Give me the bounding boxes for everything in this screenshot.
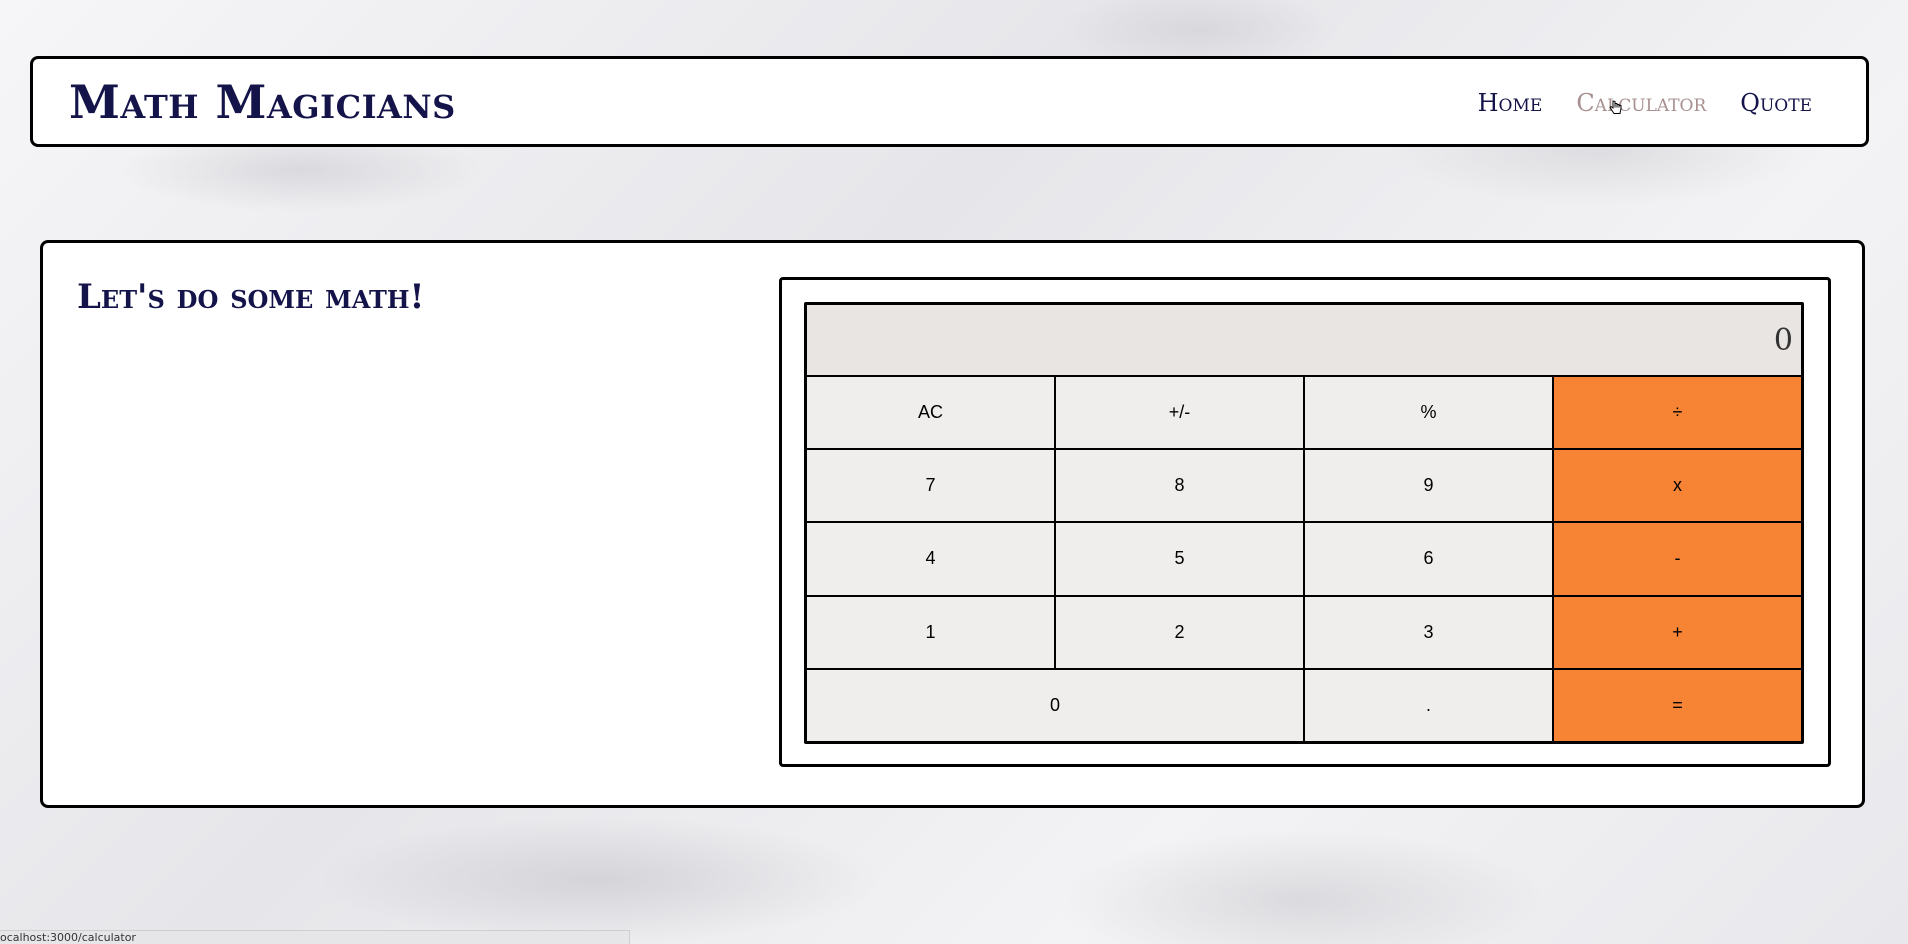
nav-link-quote[interactable]: Quote	[1740, 89, 1812, 117]
digit-0-button[interactable]: 0	[807, 669, 1303, 741]
digit-1-button[interactable]: 1	[807, 596, 1054, 668]
multiply-button[interactable]: x	[1554, 450, 1801, 522]
page-heading: Let's do some math!	[77, 277, 425, 317]
sign-toggle-button[interactable]: +/-	[1056, 377, 1303, 449]
divide-button[interactable]: ÷	[1554, 377, 1801, 449]
hand-pointer-icon	[1609, 100, 1622, 114]
calculator: 0 AC +/- % ÷ 7 8 9 x 4 5 6 - 1 2 3 + 0 .…	[804, 302, 1804, 744]
calculator-display: 0	[807, 305, 1801, 375]
logo: Math Magicians	[69, 75, 456, 129]
main-panel: Let's do some math! 0 AC +/- % ÷ 7 8 9 x…	[40, 240, 1865, 808]
plus-button[interactable]: +	[1554, 596, 1801, 668]
digit-4-button[interactable]: 4	[807, 523, 1054, 595]
digit-5-button[interactable]: 5	[1056, 523, 1303, 595]
digit-7-button[interactable]: 7	[807, 450, 1054, 522]
minus-button[interactable]: -	[1554, 523, 1801, 595]
decimal-button[interactable]: .	[1305, 669, 1552, 741]
digit-8-button[interactable]: 8	[1056, 450, 1303, 522]
digit-6-button[interactable]: 6	[1305, 523, 1552, 595]
nav-link-calculator[interactable]: Calculator	[1576, 89, 1706, 117]
equals-button[interactable]: =	[1554, 669, 1801, 741]
digit-2-button[interactable]: 2	[1056, 596, 1303, 668]
digit-3-button[interactable]: 3	[1305, 596, 1552, 668]
nav-link-home[interactable]: Home	[1478, 89, 1543, 117]
status-bar-url: ocalhost:3000/calculator	[0, 930, 630, 944]
site-header: Math Magicians Home Calculator Quote	[30, 56, 1869, 147]
nav-bar: Home Calculator Quote	[1478, 89, 1812, 117]
percent-button[interactable]: %	[1305, 377, 1552, 449]
calculator-frame: 0 AC +/- % ÷ 7 8 9 x 4 5 6 - 1 2 3 + 0 .…	[779, 277, 1831, 767]
digit-9-button[interactable]: 9	[1305, 450, 1552, 522]
ac-button[interactable]: AC	[807, 377, 1054, 449]
